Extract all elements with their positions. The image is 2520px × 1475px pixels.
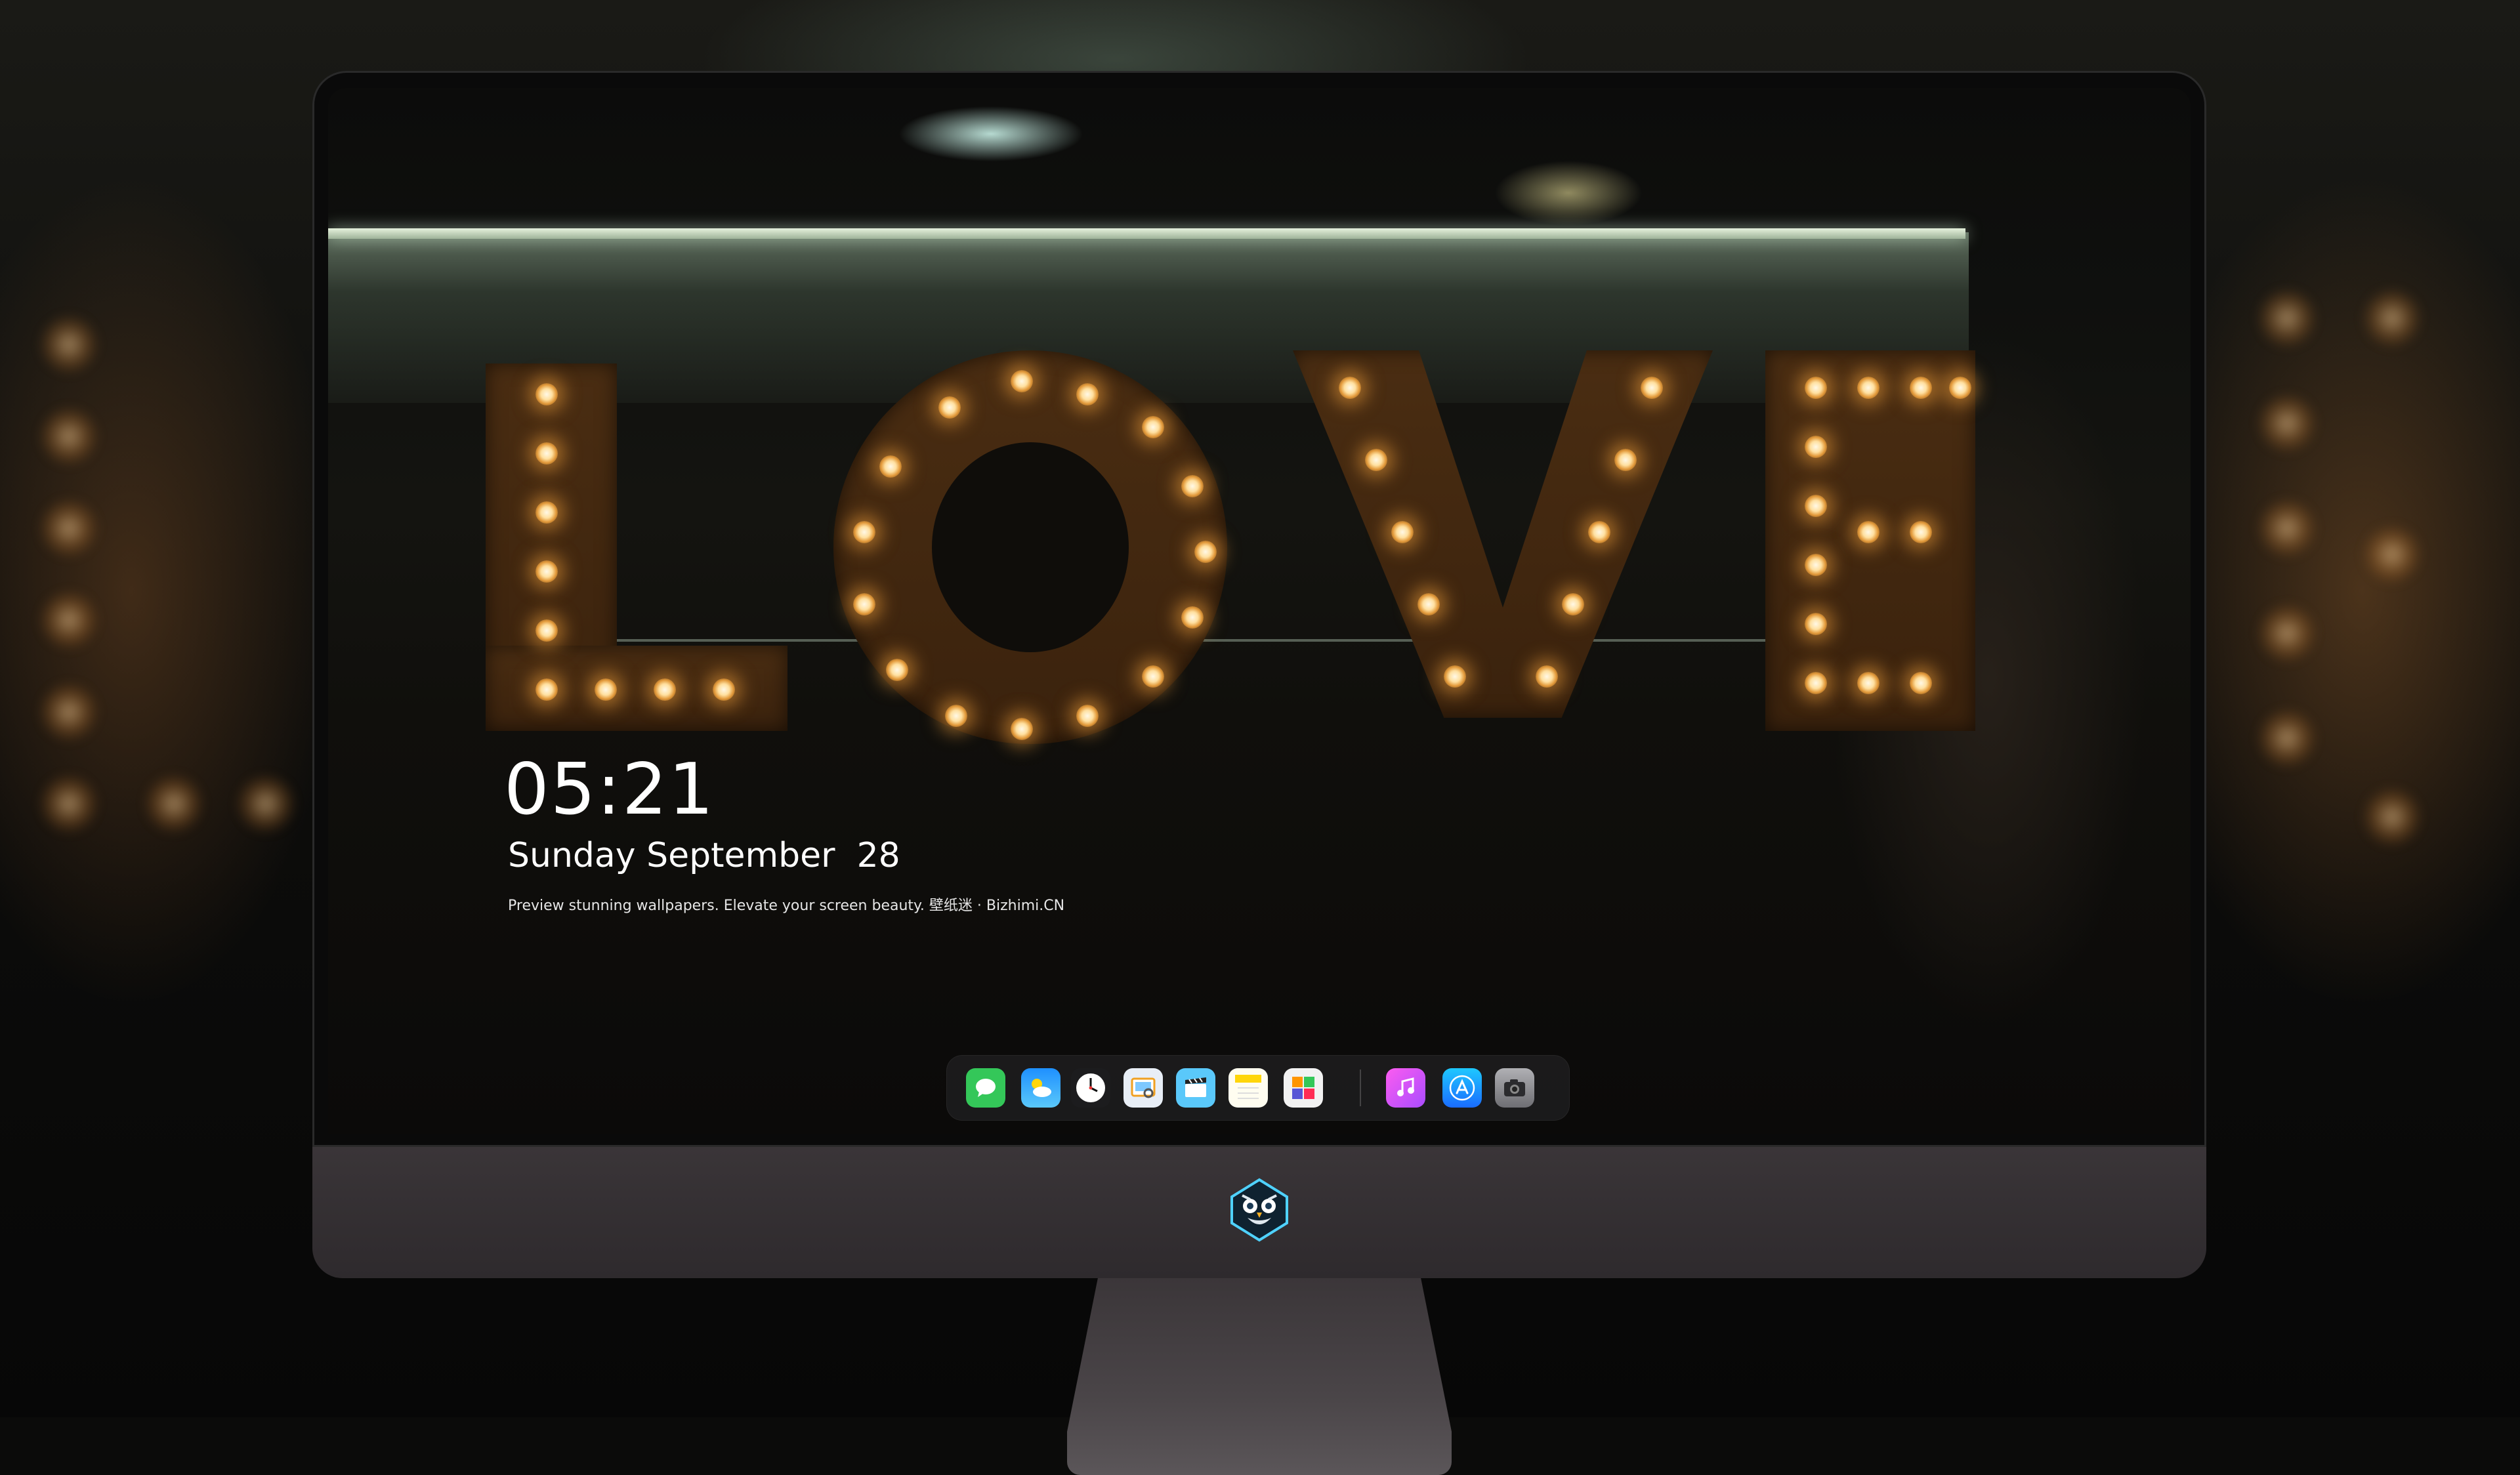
music-icon[interactable] (1386, 1068, 1425, 1108)
imac-monitor: 05:21 Sunday September 28 Preview stunni… (312, 71, 2206, 1475)
messages-icon[interactable] (966, 1068, 1005, 1108)
owl-mascot-logo (1227, 1177, 1292, 1243)
monitor-stand (1067, 1278, 1452, 1475)
lock-screen-date: Sunday September 28 (508, 836, 900, 875)
lock-screen-clock: 05:21 (504, 749, 715, 831)
app-store-icon[interactable] (1442, 1068, 1482, 1108)
notes-icon[interactable] (1228, 1068, 1268, 1108)
wallpaper-tagline: Preview stunning wallpapers. Elevate you… (508, 898, 1065, 914)
dock-separator (1360, 1070, 1361, 1106)
claquette-icon[interactable] (1176, 1068, 1215, 1108)
preview-icon[interactable] (1124, 1068, 1163, 1108)
weather-icon[interactable] (1021, 1068, 1060, 1108)
lock-screen: 05:21 Sunday September 28 Preview stunni… (328, 88, 2191, 1134)
wallpaper-love-sign (328, 88, 2191, 1134)
clock-icon[interactable] (1071, 1068, 1110, 1108)
photo-board-icon[interactable] (1284, 1068, 1323, 1108)
monitor-bezel: 05:21 Sunday September 28 Preview stunni… (312, 71, 2206, 1147)
camera-icon[interactable] (1495, 1068, 1534, 1108)
dock (946, 1055, 1570, 1121)
